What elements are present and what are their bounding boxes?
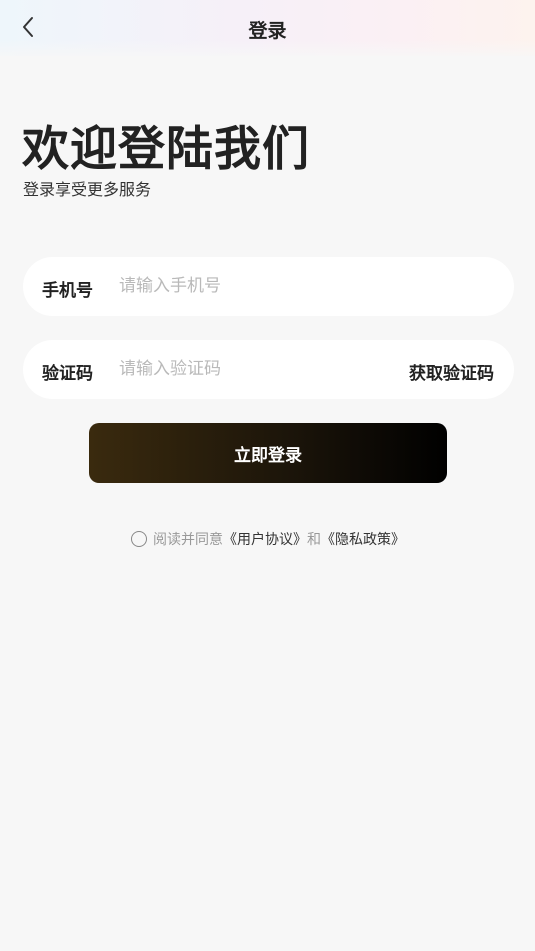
- phone-field: 手机号: [23, 257, 514, 316]
- phone-label: 手机号: [42, 281, 93, 301]
- agreement-row: 阅读并同意 《用户协议》 和 《隐私政策》: [131, 528, 405, 550]
- welcome-subtitle: 登录享受更多服务: [23, 180, 152, 199]
- page-title: 登录: [248, 20, 287, 42]
- header-fade: [0, 40, 535, 60]
- agreement-prefix: 阅读并同意: [153, 532, 223, 548]
- code-input[interactable]: [119, 352, 389, 386]
- login-button[interactable]: 立即登录: [89, 423, 447, 483]
- phone-input[interactable]: [119, 269, 389, 303]
- agreement-conjunction: 和: [307, 532, 321, 548]
- get-code-button[interactable]: 获取验证码: [409, 359, 494, 384]
- privacy-policy-link[interactable]: 《隐私政策》: [321, 529, 405, 549]
- agreement-checkbox[interactable]: [131, 531, 147, 547]
- welcome-title: 欢迎登陆我们: [22, 122, 310, 177]
- user-agreement-link[interactable]: 《用户协议》: [223, 529, 307, 549]
- code-label: 验证码: [42, 364, 93, 384]
- code-field: 验证码 获取验证码: [23, 340, 514, 399]
